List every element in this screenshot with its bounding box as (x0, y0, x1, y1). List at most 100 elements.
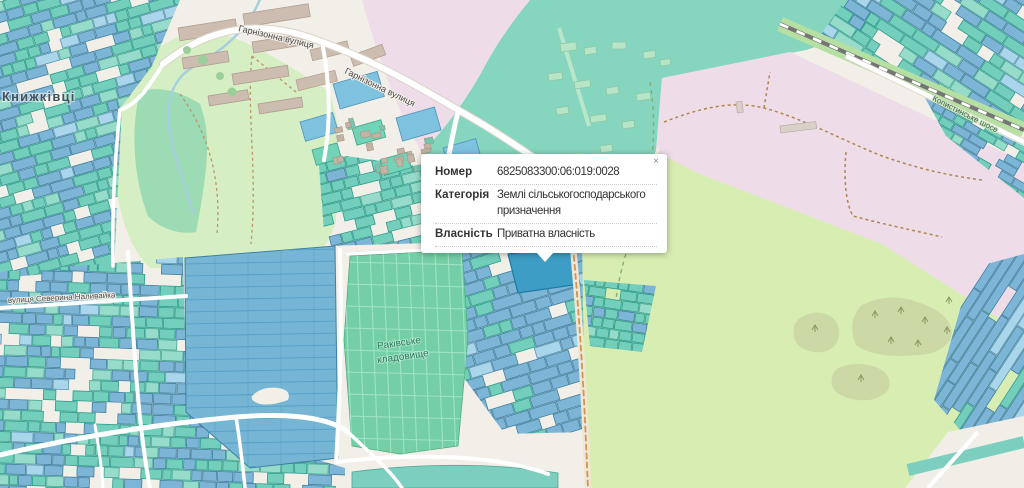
parcel[interactable] (53, 455, 65, 465)
parcel[interactable] (166, 372, 186, 382)
parcel[interactable] (27, 346, 41, 356)
parcel[interactable] (132, 404, 152, 414)
parcel[interactable] (0, 355, 5, 365)
parcel[interactable] (93, 391, 109, 401)
parcel[interactable] (139, 350, 160, 361)
parcel[interactable] (110, 457, 133, 468)
parcel[interactable] (20, 335, 32, 345)
parcel[interactable] (118, 414, 136, 424)
parcel[interactable] (172, 394, 187, 404)
parcel[interactable] (158, 340, 177, 350)
parcel[interactable] (86, 445, 95, 455)
parcel[interactable] (32, 476, 46, 486)
parcel[interactable] (4, 367, 26, 378)
parcel[interactable] (605, 309, 618, 320)
parcel[interactable] (31, 379, 52, 390)
parcel[interactable] (161, 264, 183, 275)
popup-close-button[interactable]: × (653, 157, 659, 167)
parcel[interactable] (109, 446, 124, 456)
parcel[interactable] (55, 401, 77, 412)
parcel[interactable] (9, 324, 28, 334)
parcel[interactable] (53, 314, 62, 324)
parcel[interactable] (128, 436, 139, 446)
parcel[interactable] (145, 328, 158, 338)
parcel[interactable] (208, 460, 222, 470)
parcel[interactable] (153, 404, 174, 415)
parcel[interactable] (602, 318, 614, 328)
parcel[interactable] (15, 378, 31, 388)
parcel[interactable] (65, 369, 75, 379)
parcel[interactable] (9, 475, 17, 485)
parcel[interactable] (118, 63, 130, 75)
parcel[interactable] (26, 465, 43, 475)
parcel[interactable] (614, 320, 632, 331)
parcel[interactable] (127, 328, 145, 338)
parcel[interactable] (90, 359, 107, 369)
parcel[interactable] (593, 307, 605, 317)
parcel[interactable] (183, 459, 195, 469)
parcel[interactable] (620, 291, 637, 302)
parcel[interactable] (9, 399, 28, 409)
parcel[interactable] (85, 128, 97, 140)
parcel[interactable] (5, 421, 28, 432)
parcel[interactable] (146, 383, 159, 393)
parcel[interactable] (308, 464, 329, 475)
parcel[interactable] (341, 231, 353, 243)
parcel[interactable] (72, 315, 88, 325)
parcel[interactable] (47, 248, 59, 260)
parcel[interactable] (0, 388, 5, 398)
parcel[interactable] (53, 379, 69, 389)
parcel[interactable] (592, 317, 603, 327)
parcel[interactable] (596, 328, 609, 339)
parcel[interactable] (158, 307, 174, 317)
parcel[interactable] (159, 329, 175, 339)
parcel[interactable] (192, 471, 202, 481)
parcel[interactable] (101, 381, 118, 391)
parcel[interactable] (141, 469, 162, 480)
parcel[interactable] (44, 465, 63, 475)
parcel[interactable] (43, 390, 56, 400)
parcel[interactable] (28, 422, 40, 432)
parcel[interactable] (73, 391, 93, 401)
parcel[interactable] (203, 471, 217, 481)
parcel[interactable] (294, 463, 307, 473)
parcel[interactable] (401, 217, 413, 229)
parcel[interactable] (186, 438, 199, 448)
parcel[interactable] (41, 346, 50, 356)
parcel[interactable] (104, 468, 119, 478)
parcel[interactable] (632, 333, 645, 344)
parcel[interactable] (47, 476, 64, 486)
parcel[interactable] (137, 339, 157, 349)
parcel[interactable] (97, 179, 109, 191)
parcel[interactable] (160, 480, 183, 488)
parcel[interactable] (81, 348, 94, 358)
parcel[interactable] (120, 306, 138, 316)
parcel[interactable] (212, 450, 225, 460)
parcel[interactable] (125, 393, 134, 403)
parcel[interactable] (99, 338, 118, 348)
parcel[interactable] (223, 461, 238, 471)
parcel[interactable] (159, 448, 177, 458)
parcel[interactable] (89, 316, 111, 327)
parcel[interactable] (112, 371, 130, 381)
parcel[interactable] (159, 361, 174, 371)
parcel[interactable] (11, 432, 33, 443)
parcel[interactable] (116, 263, 128, 273)
parcel[interactable] (28, 357, 45, 367)
parcel[interactable] (89, 381, 100, 391)
parcel[interactable] (229, 483, 242, 488)
parcel[interactable] (130, 371, 147, 381)
parcel[interactable] (588, 337, 605, 348)
parcel[interactable] (171, 437, 186, 447)
parcel[interactable] (4, 345, 26, 356)
parcel[interactable] (146, 318, 162, 328)
parcel[interactable] (27, 368, 45, 378)
parcel[interactable] (588, 286, 606, 297)
parcel[interactable] (80, 305, 99, 315)
parcel[interactable] (42, 271, 54, 281)
parcel[interactable] (217, 471, 233, 481)
parcel[interactable] (604, 298, 622, 309)
cadastral-map-view[interactable]: Книжківці Гарнізонна вулиця Гарнізонна в… (0, 0, 1024, 488)
parcel[interactable] (65, 455, 78, 465)
parcel[interactable] (0, 474, 9, 484)
